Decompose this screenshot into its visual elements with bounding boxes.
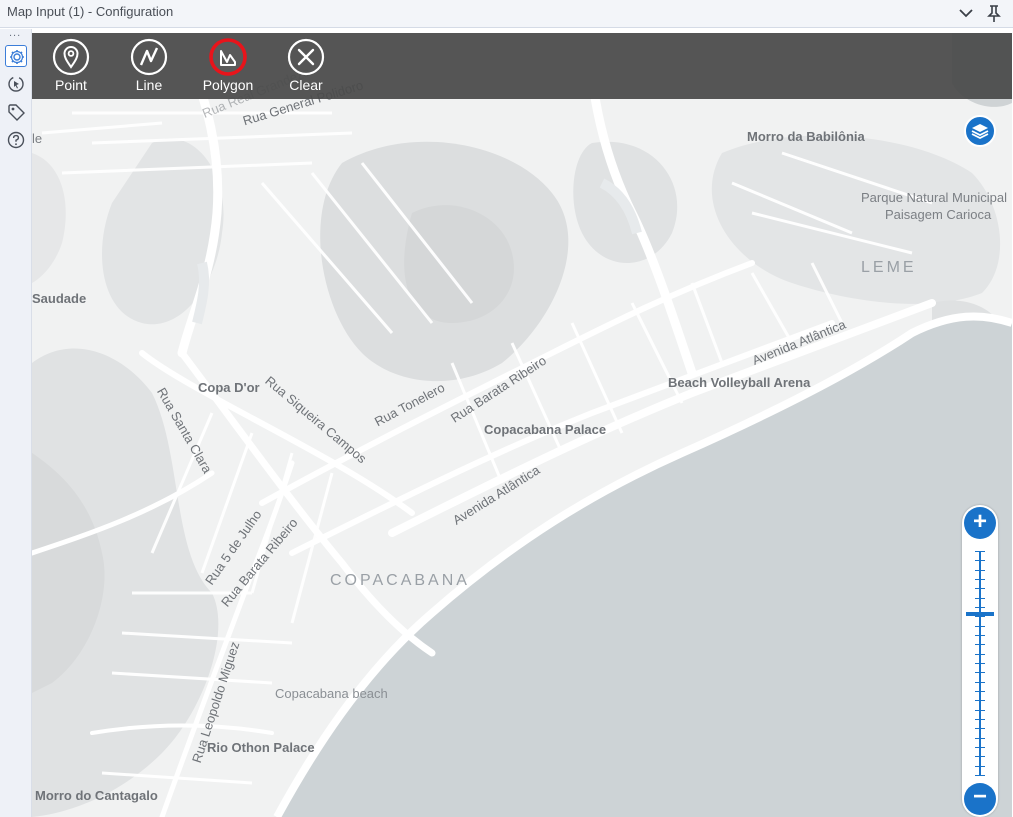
map-label-partial: le: [32, 131, 43, 146]
settings-tab[interactable]: [5, 45, 27, 67]
zoom-tick: [975, 719, 985, 720]
map-label-copa-dor: Copa D'or: [198, 380, 260, 395]
map-label-copacabana: COPACABANA: [330, 572, 470, 589]
map-label-parque-natural-2: Paisagem Carioca: [885, 207, 992, 222]
zoom-tick: [975, 691, 985, 692]
zoom-tick: [975, 653, 985, 655]
more-dots-icon[interactable]: ...: [9, 27, 21, 39]
panel-header: Map Input (1) - Configuration: [0, 0, 1013, 28]
zoom-tick: [975, 560, 985, 562]
zoom-tick: [975, 672, 985, 674]
polygon-tool-label: Polygon: [202, 77, 254, 93]
drawing-toolbar: Point Line Polygon Clear: [32, 33, 1012, 99]
map-label-morro-da-babilonia: Morro da Babilônia: [747, 129, 865, 144]
gear-icon: [10, 50, 24, 64]
map-label-beach-volleyball-arena: Beach Volleyball Arena: [668, 375, 811, 390]
line-tool-button[interactable]: Line: [114, 38, 184, 98]
polyline-icon: [130, 38, 168, 76]
clear-x-icon: [287, 38, 325, 76]
zoom-tick: [975, 747, 985, 748]
line-tool-label: Line: [135, 77, 163, 93]
polygon-tool-button[interactable]: Polygon: [193, 38, 263, 98]
panel-title: Map Input (1) - Configuration: [7, 4, 174, 19]
map-label-rio-othon-palace: Rio Othon Palace: [207, 740, 315, 755]
point-tool-label: Point: [55, 77, 87, 93]
chevron-down-icon[interactable]: [956, 3, 976, 23]
polygon-icon: [209, 38, 247, 76]
zoom-tick: [975, 625, 985, 627]
map-label-parque-natural-1: Parque Natural Municipal: [861, 190, 1007, 205]
map-pin-icon: [52, 38, 90, 76]
map-label-saudade: Saudade: [32, 291, 87, 306]
zoom-control: + −: [962, 505, 998, 817]
annotation-tab[interactable]: [5, 101, 27, 123]
zoom-tick: [975, 709, 985, 711]
tag-icon: [8, 104, 25, 121]
map-label-morro-do-cantagalo: Morro do Cantagalo: [35, 788, 158, 803]
map-label-copacabana-palace: Copacabana Palace: [484, 422, 607, 437]
zoom-tick: [975, 663, 985, 664]
zoom-tick: [975, 607, 985, 608]
zoom-tick: [975, 700, 985, 702]
zoom-tick: [975, 644, 985, 646]
clear-tool-button[interactable]: Clear: [271, 38, 341, 98]
help-icon: [7, 131, 25, 149]
zoom-tick: [975, 681, 985, 683]
zoom-slider-handle[interactable]: [966, 611, 994, 616]
map-label-leme: LEME: [861, 259, 917, 276]
left-rail: ...: [0, 27, 32, 817]
help-tab[interactable]: [5, 129, 27, 151]
zoom-tick: [975, 551, 985, 552]
zoom-tick: [975, 756, 985, 758]
pin-icon[interactable]: [984, 3, 1004, 23]
zoom-tick: [975, 765, 985, 767]
map-canvas[interactable]: Rua General Polidoro Rua Real Grandeza M…: [32, 33, 1012, 817]
zoom-tick: [975, 597, 985, 599]
map-label-copacabana-beach: Copacabana beach: [275, 686, 388, 701]
zoom-tick: [975, 588, 985, 590]
zoom-in-button[interactable]: +: [964, 507, 996, 539]
zoom-tick: [975, 579, 985, 580]
zoom-out-button[interactable]: −: [964, 783, 996, 815]
zoom-tick: [975, 569, 985, 571]
zoom-tick: [975, 775, 985, 776]
layers-icon: [971, 124, 989, 140]
zoom-tick: [975, 737, 985, 739]
zoom-tick: [975, 635, 985, 636]
zoom-tick: [975, 616, 985, 618]
point-tool-button[interactable]: Point: [36, 38, 106, 98]
clear-tool-label: Clear: [289, 77, 323, 93]
cursor-circle-icon: [8, 76, 24, 92]
connection-tab[interactable]: [5, 73, 27, 95]
layers-button[interactable]: [964, 115, 996, 147]
zoom-tick: [975, 728, 985, 730]
